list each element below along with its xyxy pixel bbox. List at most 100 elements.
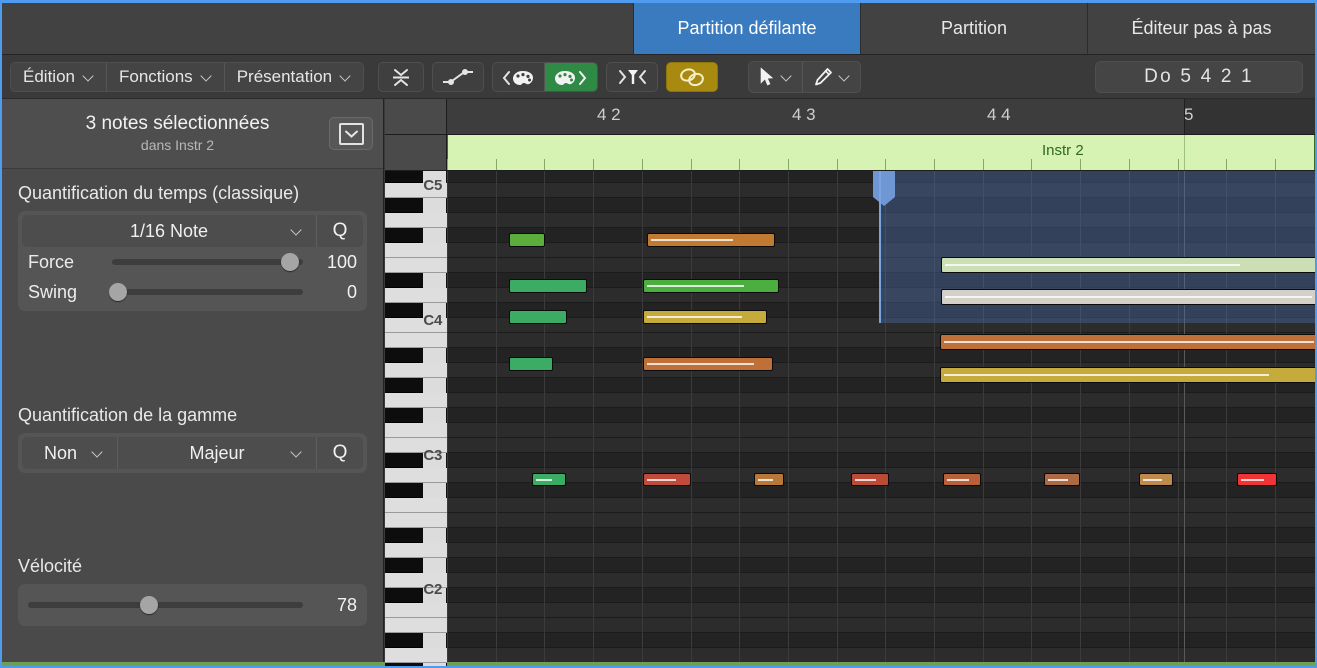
piano-key-black[interactable] [385, 228, 423, 243]
note-velocity-line [758, 478, 773, 481]
palette-right-button[interactable] [545, 62, 598, 91]
menu-fonctions[interactable]: Fonctions [106, 62, 225, 91]
note-block[interactable] [1237, 473, 1277, 486]
piano-key-white[interactable] [385, 333, 447, 348]
brush-collapse-icon [619, 69, 647, 84]
piano-key-white[interactable] [385, 603, 447, 618]
piano-key-white[interactable] [385, 363, 447, 378]
playhead[interactable] [879, 171, 881, 323]
playhead-flag[interactable] [873, 171, 895, 206]
piano-key-white[interactable] [385, 513, 447, 528]
pencil-tool-button[interactable] [803, 62, 860, 92]
inspector-disclosure-button[interactable] [329, 117, 373, 150]
note-block[interactable] [643, 357, 773, 371]
piano-key-white[interactable] [385, 288, 447, 303]
note-block[interactable] [943, 473, 981, 486]
piano-key-white[interactable] [385, 648, 447, 663]
note-block[interactable] [851, 473, 889, 486]
scale-type-select[interactable]: Majeur [118, 437, 317, 469]
piano-key-white[interactable] [385, 468, 447, 483]
piano-key-white[interactable] [385, 258, 447, 273]
ruler-mark: 5 [1184, 105, 1194, 124]
piano-key-black[interactable] [385, 663, 423, 666]
note-block[interactable] [647, 233, 775, 247]
scale-quantize-panel: Non Majeur Q [18, 433, 367, 473]
tab-editeur-pas-a-pas[interactable]: Éditeur pas à pas [1088, 3, 1315, 54]
swing-slider[interactable] [108, 283, 303, 301]
palette-left-button[interactable] [493, 62, 546, 91]
note-block[interactable] [643, 310, 767, 324]
note-curve-button[interactable] [432, 61, 485, 92]
note-velocity-line [647, 285, 745, 287]
tab-partition[interactable]: Partition [861, 3, 1088, 54]
piano-key-white[interactable] [385, 243, 447, 258]
piano-key-white[interactable] [385, 618, 447, 633]
piano-key-black[interactable] [385, 588, 423, 603]
timeline-ruler[interactable]: 4 2 4 3 4 4 5 [385, 99, 1315, 135]
note-block[interactable] [509, 310, 567, 324]
scale-root-select[interactable]: Non [22, 437, 118, 469]
note-block[interactable] [1139, 473, 1173, 486]
velocity-slider[interactable] [28, 596, 303, 614]
piano-key-white[interactable] [385, 423, 447, 438]
region-bar: Instr 2 [385, 135, 1315, 171]
inspector-header: 3 notes sélectionnées dans Instr 2 [2, 99, 383, 169]
piano-key-black[interactable] [385, 378, 423, 393]
piano-key-black[interactable] [385, 528, 423, 543]
piano-key-black[interactable] [385, 303, 423, 318]
piano-key-black[interactable] [385, 408, 423, 423]
brush-collapse-button[interactable] [606, 61, 659, 92]
region-tick [447, 159, 448, 170]
collapse-expand-button[interactable] [378, 61, 425, 92]
scale-apply-button[interactable]: Q [317, 437, 363, 469]
collapse-expand-icon [393, 68, 410, 86]
piano-keyboard[interactable]: C5 C4 C3 C2 [385, 171, 447, 666]
piano-key-black[interactable] [385, 198, 423, 213]
inspector-panel: 3 notes sélectionnées dans Instr 2 Quant… [2, 99, 384, 666]
note-block[interactable] [1044, 473, 1080, 486]
menu-presentation[interactable]: Présentation [224, 62, 364, 91]
tab-partition-defilante[interactable]: Partition défilante [634, 3, 861, 54]
piano-key-black[interactable] [385, 171, 423, 183]
swing-knob[interactable] [108, 283, 127, 301]
link-chain-icon [680, 67, 705, 86]
grid-beat-line [593, 171, 595, 666]
ruler-mark: 4 3 [792, 105, 816, 124]
piano-key-white[interactable] [385, 498, 447, 513]
piano-key-black[interactable] [385, 558, 423, 573]
quantize-value-select[interactable]: 1/16 Note [22, 215, 317, 247]
menu-edition[interactable]: Édition [11, 62, 107, 91]
note-block[interactable] [509, 357, 553, 371]
pointer-tool-button[interactable] [749, 61, 804, 92]
piano-key-white[interactable] [385, 393, 447, 408]
strength-knob[interactable] [280, 253, 299, 271]
piano-roll-window: Partition défilante Partition Éditeur pa… [0, 0, 1317, 668]
note-block[interactable] [754, 473, 784, 486]
note-block[interactable] [940, 334, 1315, 350]
scale-row: Non Majeur Q [22, 437, 363, 469]
piano-key-black[interactable] [385, 273, 423, 288]
piano-key-white[interactable] [385, 543, 447, 558]
note-block[interactable] [941, 257, 1315, 273]
note-block[interactable] [941, 289, 1315, 305]
region-tick [1226, 159, 1228, 170]
quantize-apply-button[interactable]: Q [317, 215, 363, 247]
velocity-panel: 78 [18, 584, 367, 626]
piano-key-black[interactable] [385, 633, 423, 648]
piano-roll: C5 C4 C3 C2 [385, 171, 1315, 666]
note-block[interactable] [509, 279, 587, 293]
note-block[interactable] [509, 233, 545, 247]
position-display[interactable]: Do 5 4 2 1 [1095, 60, 1303, 93]
note-block[interactable] [532, 473, 566, 486]
link-chain-button[interactable] [666, 61, 719, 92]
piano-key-black[interactable] [385, 453, 423, 468]
piano-key-white[interactable] [385, 213, 447, 228]
piano-key-black[interactable] [385, 483, 423, 498]
note-block[interactable] [643, 473, 691, 486]
velocity-knob[interactable] [140, 596, 158, 614]
note-grid[interactable] [447, 171, 1315, 666]
note-block[interactable] [643, 279, 779, 293]
piano-key-black[interactable] [385, 348, 423, 363]
strength-slider[interactable] [112, 253, 303, 271]
note-block[interactable] [940, 367, 1315, 383]
